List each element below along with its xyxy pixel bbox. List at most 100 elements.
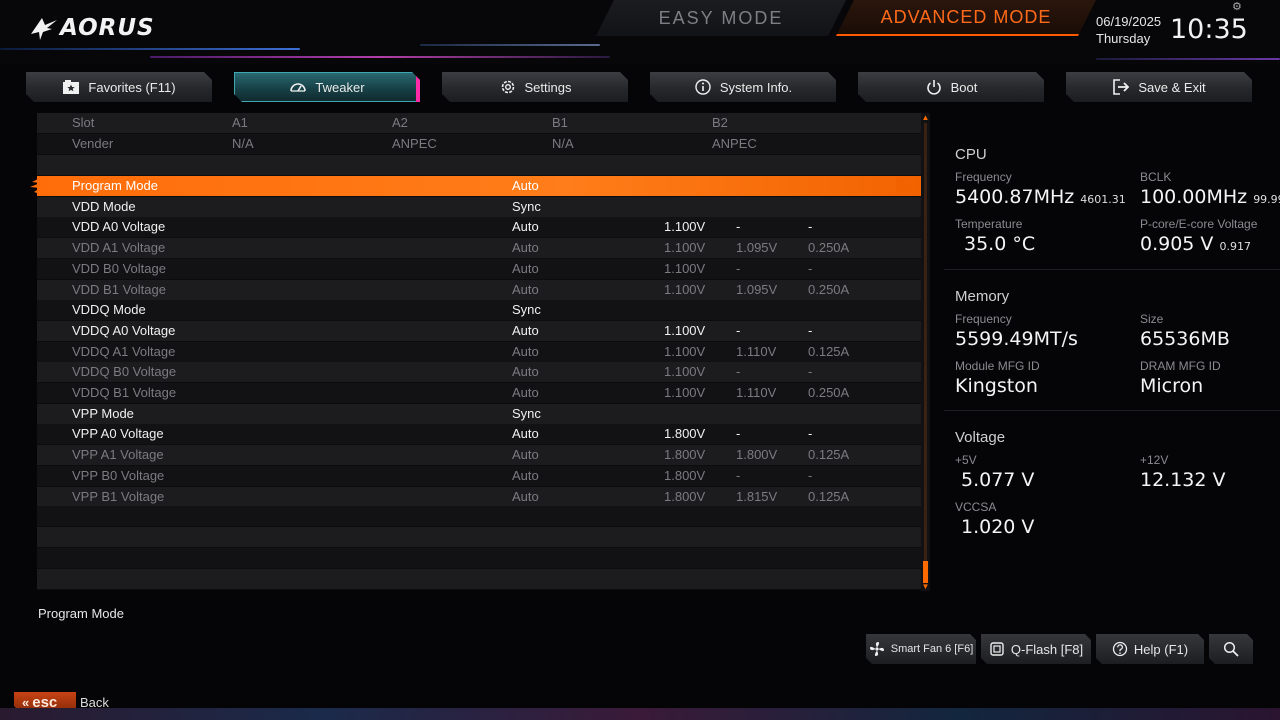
value-target: 1.100V	[664, 238, 705, 258]
tab-label: System Info.	[720, 80, 792, 95]
setting-name: VPP B1 Voltage	[72, 487, 164, 507]
tab-settings[interactable]: Settings	[442, 72, 628, 102]
table-empty-row	[37, 548, 921, 568]
value-actual: 1.110V	[736, 383, 776, 403]
table-spacer-row	[37, 155, 921, 175]
header-cell: N/A	[232, 134, 254, 154]
clock-settings-icon[interactable]: ⚙	[1232, 0, 1242, 13]
scroll-track[interactable]	[924, 123, 927, 581]
setting-value: Sync	[512, 197, 541, 217]
button-label: Smart Fan 6 [F6]	[891, 643, 974, 655]
scroll-thumb[interactable]	[923, 561, 928, 583]
tab-tweaker[interactable]: Tweaker	[234, 72, 420, 102]
value-current: 0.250A	[808, 383, 849, 403]
tab-label: Favorites (F11)	[88, 80, 175, 95]
setting-value: Auto	[512, 259, 539, 279]
value-current: -	[808, 259, 812, 279]
button-label: Help (F1)	[1134, 642, 1188, 657]
setting-name: VDDQ Mode	[72, 300, 146, 320]
setting-name: VDDQ B0 Voltage	[72, 362, 176, 382]
table-row[interactable]: VPP ModeSync	[37, 404, 921, 424]
table-header-row: Slot A1 A2 B1 B2	[37, 113, 921, 133]
cpu-frequency-label: Frequency	[955, 170, 1012, 184]
value-target: 1.100V	[664, 362, 705, 382]
value-actual: 1.095V	[736, 280, 777, 300]
setting-value: Auto	[512, 342, 539, 362]
tab-label: Settings	[525, 80, 572, 95]
table-row[interactable]: VDDQ Mode Sync	[37, 300, 921, 320]
advanced-mode-button[interactable]: ADVANCED MODE	[836, 0, 1096, 36]
q-flash-button[interactable]: Q-Flash [F8]	[981, 634, 1091, 664]
header-cell: Slot	[72, 113, 94, 133]
value-current: -	[808, 362, 812, 382]
value-target: 1.100V	[664, 342, 705, 362]
value-current: -	[808, 424, 812, 444]
v12-label: +12V	[1140, 453, 1168, 467]
setting-value: Auto	[512, 176, 539, 196]
setting-value: Auto	[512, 238, 539, 258]
dram-mfg-label: DRAM MFG ID	[1140, 359, 1221, 373]
help-button[interactable]: Help (F1)	[1096, 634, 1204, 664]
scroll-down-icon[interactable]: ▼	[921, 582, 930, 591]
table-row[interactable]: VDDQ A0 VoltageAuto1.100V--	[37, 321, 921, 341]
value-target: 1.100V	[664, 383, 705, 403]
header-cell: ANPEC	[392, 134, 437, 154]
value-target: 1.800V	[664, 445, 705, 465]
memory-frequency-label: Frequency	[955, 312, 1012, 326]
tab-save-exit[interactable]: Save & Exit	[1066, 72, 1252, 102]
selection-edge-decor	[30, 178, 40, 194]
value-target: 1.100V	[664, 280, 705, 300]
table-row[interactable]: VDD ModeSync	[37, 197, 921, 217]
value-current: -	[808, 466, 812, 486]
header-cell: A2	[392, 113, 408, 133]
table-row[interactable]: VPP A0 VoltageAuto1.800V--	[37, 424, 921, 444]
setting-name: VPP A1 Voltage	[72, 445, 164, 465]
table-row[interactable]: Program Mode Auto	[37, 176, 921, 196]
table-empty-row	[37, 527, 921, 547]
easy-mode-button[interactable]: EASY MODE	[596, 0, 846, 36]
info-icon	[694, 78, 712, 96]
value-actual: 1.815V	[736, 487, 777, 507]
search-button[interactable]	[1209, 634, 1253, 664]
cpu-temp-value: 35.0 °C	[964, 233, 1035, 255]
setting-name: VPP B0 Voltage	[72, 466, 164, 486]
table-row: VDD B1 VoltageAuto1.100V1.095V0.250A	[37, 280, 921, 300]
setting-value: Auto	[512, 217, 539, 237]
setting-value: Sync	[512, 300, 541, 320]
weekday-text: Thursday	[1096, 30, 1161, 47]
table-row: VDD B0 VoltageAuto1.100V--	[37, 259, 921, 279]
header-cell: Vender	[72, 134, 113, 154]
star-icon	[62, 78, 80, 96]
table-empty-row	[37, 569, 921, 589]
setting-name: Program Mode	[72, 176, 158, 196]
scroll-up-icon[interactable]: ▲	[921, 113, 930, 122]
setting-value: Auto	[512, 466, 539, 486]
table-row[interactable]: VDD A0 VoltageAuto1.100V--	[37, 217, 921, 237]
memory-size-label: Size	[1140, 312, 1163, 326]
item-help-text: Program Mode	[38, 606, 124, 621]
header-cell: A1	[232, 113, 248, 133]
dram-mfg-value: Micron	[1140, 375, 1203, 397]
setting-value: Auto	[512, 424, 539, 444]
gear-icon	[499, 78, 517, 96]
search-icon	[1223, 641, 1239, 657]
settings-table: Slot A1 A2 B1 B2 Vender N/A ANPEC N/A AN…	[37, 113, 921, 590]
decor-bottom-glow	[0, 708, 1280, 720]
tab-favorites[interactable]: Favorites (F11)	[26, 72, 212, 102]
setting-name: VDDQ A0 Voltage	[72, 321, 175, 341]
setting-value: Auto	[512, 487, 539, 507]
chip-icon	[989, 641, 1005, 657]
setting-value: Auto	[512, 280, 539, 300]
table-scrollbar[interactable]: ▲ ▼	[921, 113, 930, 591]
tab-system-info[interactable]: System Info.	[650, 72, 836, 102]
setting-name: VDD B1 Voltage	[72, 280, 166, 300]
header-cell: N/A	[552, 134, 574, 154]
value-current: -	[808, 321, 812, 341]
header-cell: ANPEC	[712, 134, 757, 154]
smart-fan-button[interactable]: Smart Fan 6 [F6]	[866, 634, 976, 664]
module-mfg-value: Kingston	[955, 375, 1038, 397]
value-actual: 1.095V	[736, 238, 777, 258]
setting-name: VPP Mode	[72, 404, 134, 424]
table-row: VDD A1 VoltageAuto1.100V1.095V0.250A	[37, 238, 921, 258]
tab-boot[interactable]: Boot	[858, 72, 1044, 102]
